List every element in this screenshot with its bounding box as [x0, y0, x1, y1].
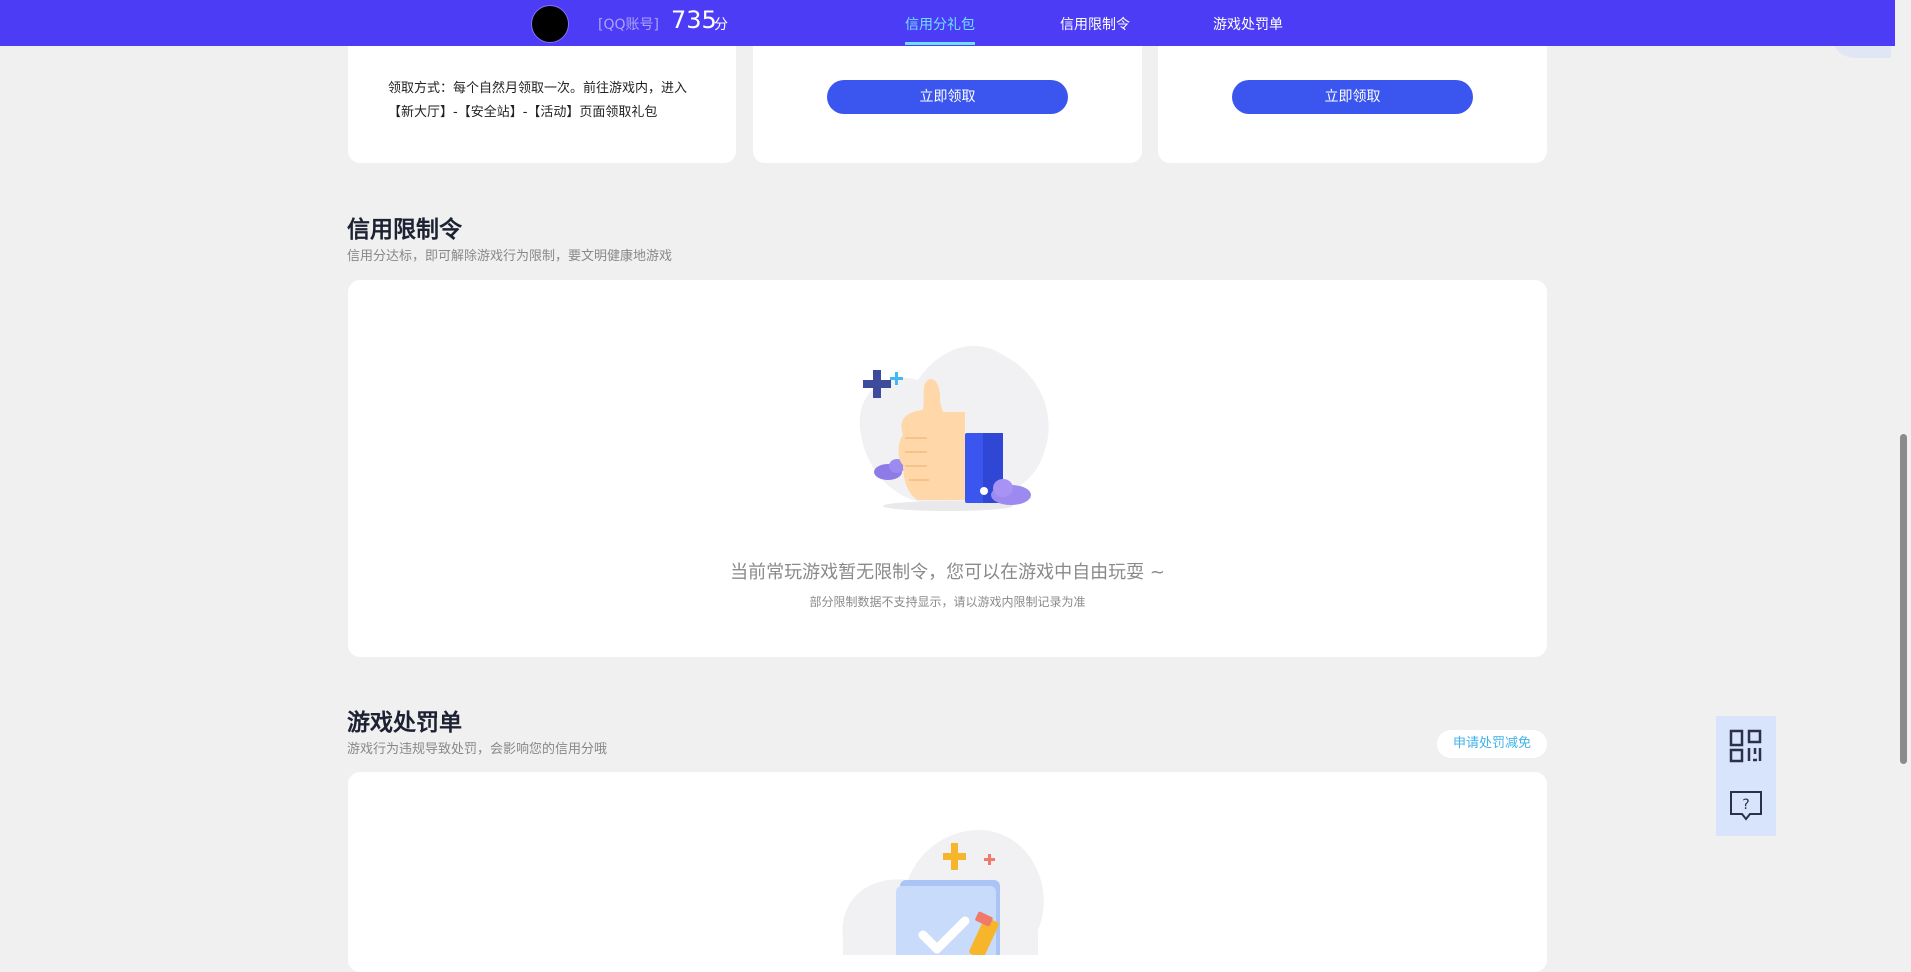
tab-game-penalty[interactable]: 游戏处罚单: [1213, 14, 1283, 34]
avatar[interactable]: [531, 5, 569, 43]
restriction-subtitle: 信用分达标，即可解除游戏行为限制，要文明健康地游戏: [347, 249, 673, 264]
penalty-title: 游戏处罚单: [347, 710, 462, 736]
account-label: [QQ账号]: [598, 17, 659, 33]
document-check-illustration: [842, 830, 1044, 955]
penalty-subtitle: 游戏行为违规导致处罚，会影响您的信用分哦: [347, 742, 608, 757]
help-button[interactable]: ?: [1716, 776, 1776, 836]
tab-credit-restriction[interactable]: 信用限制令: [1060, 14, 1130, 34]
active-tab-indicator: [905, 42, 975, 45]
qr-code-button[interactable]: [1716, 716, 1776, 776]
credit-score-unit: 分: [714, 17, 728, 33]
restriction-title: 信用限制令: [347, 217, 462, 243]
help-chat-icon: ?: [1730, 791, 1762, 821]
restriction-panel: 当前常玩游戏暂无限制令，您可以在游戏中自由玩耍 ~ 部分限制数据不支持显示，请以…: [348, 280, 1547, 657]
appeal-penalty-button[interactable]: 申请处罚减免: [1437, 730, 1547, 758]
credit-score: 735: [671, 6, 717, 34]
restriction-empty-note: 部分限制数据不支持显示，请以游戏内限制记录为准: [809, 595, 1086, 609]
penalty-panel: [348, 772, 1547, 972]
restriction-empty-message: 当前常玩游戏暂无限制令，您可以在游戏中自由玩耍 ~: [730, 562, 1165, 583]
gift-card-desc: 领取方式：每个自然月领取一次。前往游戏内，进入【新大厅】-【安全站】-【活动】页…: [388, 81, 688, 120]
claim-button[interactable]: 立即领取: [1232, 80, 1473, 114]
claim-button[interactable]: 立即领取: [827, 80, 1068, 114]
thumbs-up-illustration: [859, 345, 1049, 511]
top-nav-bar: [QQ账号] 735 分 信用分礼包 信用限制令 游戏处罚单: [0, 0, 1895, 46]
tab-credit-gift[interactable]: 信用分礼包: [905, 14, 975, 34]
scrollbar-thumb[interactable]: [1900, 434, 1907, 764]
qr-code-icon: [1729, 729, 1762, 763]
svg-text:?: ?: [1742, 797, 1749, 813]
